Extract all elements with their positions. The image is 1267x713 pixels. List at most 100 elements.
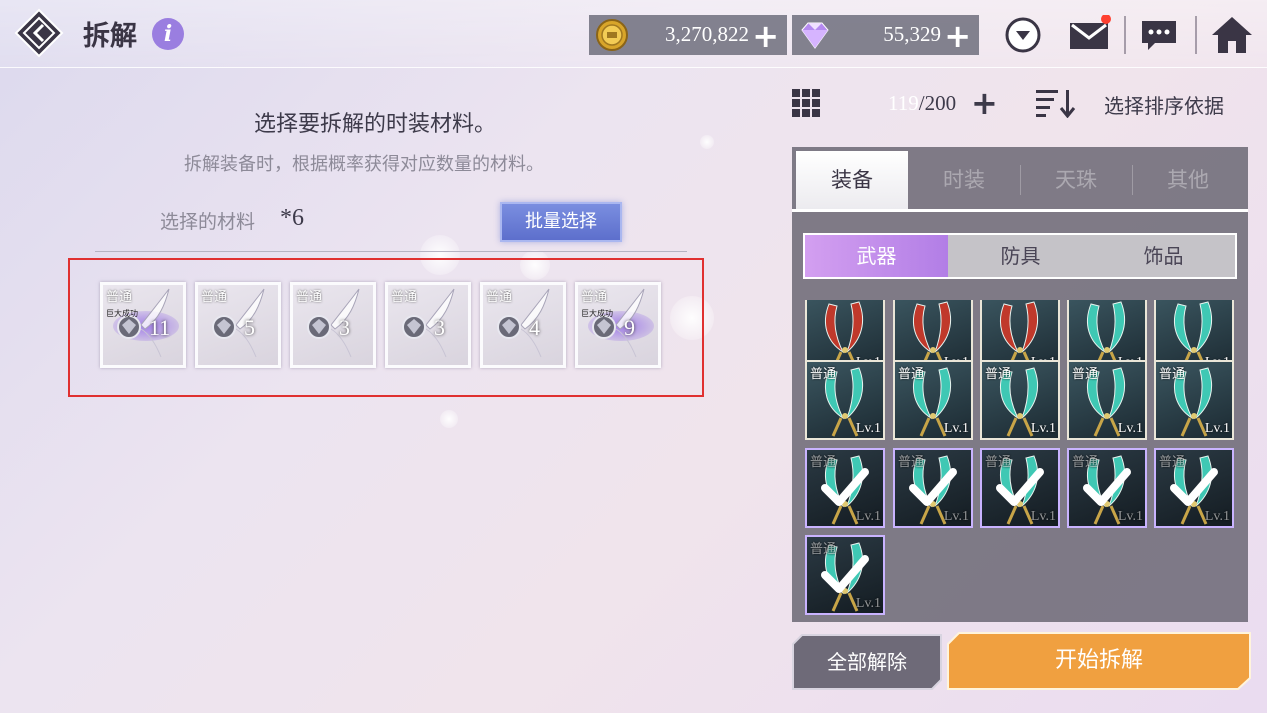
selected-material-item[interactable]: 普通 5 [195, 282, 281, 368]
item-level: Lv.1 [855, 509, 881, 524]
inventory-item[interactable]: 普通 Lv.1 [1154, 360, 1234, 440]
gold-coin-icon [596, 19, 628, 51]
item-level: Lv.1 [1030, 421, 1056, 436]
item-level: Lv.1 [1117, 421, 1143, 436]
inventory-grid: Lv.1 Lv.1 Lv.1 Lv.1 Lv.1 普通 Lv.1 普通 Lv.1 普通 Lv.1 普通… [803, 300, 1243, 618]
inventory-item[interactable]: 普通 Lv.1 [805, 448, 885, 528]
grade-label: 普通 [898, 455, 925, 470]
home-icon[interactable] [1210, 15, 1254, 55]
sparkle-effect [440, 410, 458, 428]
grade-label: 普通 [985, 367, 1012, 382]
item-level: Lv.1 [855, 596, 881, 611]
material-quantity: 4 [529, 315, 540, 340]
item-level: Lv.1 [1204, 509, 1230, 524]
sort-dropdown[interactable]: 选择排序依据 [1104, 90, 1224, 119]
grade-label: 普通 [486, 290, 513, 305]
grid-view-icon[interactable] [792, 89, 820, 117]
diamond-amount: 55,329 [883, 22, 941, 46]
grade-label: 普通 [201, 290, 228, 305]
start-dismantle-button[interactable]: 开始拆解 [947, 632, 1251, 690]
start-dismantle-label: 开始拆解 [1054, 648, 1143, 673]
inventory-item[interactable]: 普通 Lv.1 [805, 535, 885, 615]
grade-label: 普通 [296, 290, 323, 305]
mail-icon[interactable] [1068, 15, 1112, 55]
top-bar: 拆解 i 3,270,822 + 55,329 + [0, 0, 1267, 68]
inventory-item[interactable]: 普通 Lv.1 [1067, 360, 1147, 440]
add-gold-button[interactable]: + [752, 17, 779, 55]
item-level: Lv.1 [1204, 421, 1230, 436]
batch-select-button[interactable]: 批量选择 [500, 202, 622, 242]
notification-dot [1101, 15, 1111, 24]
category-tabs: 装备 时装 天珠 其他 [792, 147, 1248, 209]
divider [1124, 16, 1126, 54]
item-level: Lv.1 [943, 421, 969, 436]
selected-material-item[interactable]: 普通 巨大成功 9 [575, 282, 661, 368]
divider [95, 251, 687, 252]
inventory-item[interactable]: 普通 Lv.1 [893, 360, 973, 440]
tabs-underline [792, 209, 1248, 212]
inventory-item[interactable]: 普通 Lv.1 [980, 448, 1060, 528]
grade-label: 普通 [898, 367, 925, 382]
material-quantity: 3 [434, 315, 445, 340]
subtab-armor[interactable]: 防具 [949, 235, 1092, 277]
grade-label: 普通 [985, 455, 1012, 470]
grade-label: 普通 [810, 367, 837, 382]
back-button[interactable] [14, 8, 64, 58]
subcategory-tabs: 武器 防具 饰品 [803, 233, 1237, 279]
selected-material-item[interactable]: 普通巨大成功 11 [100, 282, 186, 368]
item-level: Lv.1 [943, 509, 969, 524]
sort-icon[interactable] [1036, 88, 1078, 118]
selected-material-item[interactable]: 普通 3 [385, 282, 471, 368]
selected-material-item[interactable]: 普通 4 [480, 282, 566, 368]
grade-label: 普通 [1159, 367, 1186, 382]
item-level: Lv.1 [1117, 509, 1143, 524]
add-diamond-button[interactable]: + [944, 17, 971, 55]
inventory-item[interactable]: 普通 Lv.1 [893, 448, 973, 528]
tab-sky-bead[interactable]: 天珠 [1020, 151, 1132, 209]
sparkle-effect [700, 135, 714, 149]
inventory-max: /200 [918, 91, 957, 115]
back-diamond-icon [14, 8, 64, 58]
grade-label: 普通 [106, 290, 133, 305]
page-title: 拆解 [83, 21, 137, 52]
selected-materials-count: *6 [280, 205, 304, 231]
subtab-weapon[interactable]: 武器 [805, 235, 948, 277]
instruction-headline: 选择要拆解的时装材料。 [254, 112, 497, 137]
material-quantity: 5 [244, 315, 255, 340]
clear-all-button[interactable]: 全部解除 [792, 634, 942, 690]
diamond-gem-icon [801, 22, 829, 49]
success-tag: 巨大成功 [581, 309, 613, 318]
grade-label: 普通 [810, 455, 837, 470]
selected-material-item[interactable]: 普通 3 [290, 282, 376, 368]
inventory-item[interactable]: 普通 Lv.1 [805, 360, 885, 440]
grade-label: 普通 [1159, 455, 1186, 470]
tab-equipment[interactable]: 装备 [796, 151, 908, 209]
info-icon[interactable]: i [152, 18, 184, 50]
gold-currency: 3,270,822 + [589, 15, 787, 55]
inventory-item[interactable]: 普通 Lv.1 [980, 360, 1060, 440]
clear-all-label: 全部解除 [827, 650, 907, 674]
divider [1195, 16, 1197, 54]
gold-amount: 3,270,822 [665, 22, 749, 46]
grade-label: 普通 [810, 542, 837, 557]
inventory-capacity: 119/200 [888, 91, 956, 116]
inventory-item[interactable]: 普通 Lv.1 [1154, 448, 1234, 528]
success-tag: 巨大成功 [106, 309, 138, 318]
diamond-currency: 55,329 + [792, 15, 979, 55]
selected-materials-label: 选择的材料 [160, 211, 256, 233]
item-level: Lv.1 [1030, 509, 1056, 524]
chat-icon[interactable] [1139, 15, 1179, 55]
item-level: Lv.1 [855, 421, 881, 436]
expand-inventory-button[interactable]: + [971, 84, 998, 122]
subtab-accessory[interactable]: 饰品 [1092, 235, 1235, 277]
material-quantity: 3 [339, 315, 350, 340]
inventory-item[interactable]: 普通 Lv.1 [1067, 448, 1147, 528]
material-quantity: 9 [624, 315, 635, 340]
dropdown-circle-icon[interactable] [1003, 15, 1043, 55]
tab-costume[interactable]: 时装 [908, 151, 1020, 209]
tab-other[interactable]: 其他 [1132, 151, 1244, 209]
material-quantity: 11 [149, 315, 171, 340]
inventory-current: 119 [888, 91, 919, 115]
grade-label: 普通 [1072, 455, 1099, 470]
instruction-subline: 拆解装备时，根据概率获得对应数量的材料。 [184, 154, 544, 175]
